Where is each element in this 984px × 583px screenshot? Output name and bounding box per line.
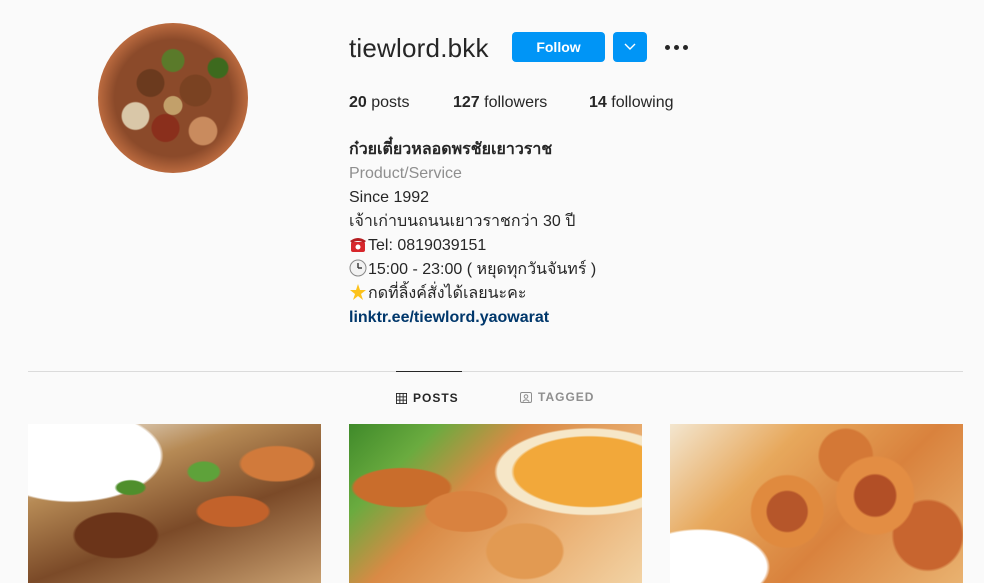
posts-count: 20 <box>349 94 367 111</box>
bio-line-history: เจ้าเก่าบนถนนเยาวราชกว่า 30 ปี <box>349 213 576 230</box>
follow-button[interactable]: Follow <box>512 32 605 62</box>
telephone-icon <box>350 238 366 252</box>
bio-name: ก๋วยเตี๋ยวหลอดพรชัยเยาวราช <box>349 141 553 158</box>
profile-bio: ก๋วยเตี๋ยวหลอดพรชัยเยาวราช Product/Servi… <box>349 138 596 330</box>
bio-line-hours: 15:00 - 23:00 ( หยุดทุกวันจันทร์ ) <box>349 258 596 282</box>
profile-username: tiewlord.bkk <box>349 33 489 63</box>
tagged-icon <box>520 392 532 403</box>
tab-posts[interactable]: POSTS <box>396 371 462 424</box>
bio-line-phone: Tel: 0819039151 <box>349 234 596 258</box>
following-count: 14 <box>589 94 607 111</box>
tab-tagged[interactable]: TAGGED <box>520 371 594 423</box>
bio-order-text: กดที่ลิ้งค์สั่งได้เลยนะคะ <box>368 285 527 302</box>
bio-category: Product/Service <box>349 165 462 182</box>
following-label: following <box>611 94 674 111</box>
tab-posts-label: POSTS <box>413 391 459 405</box>
chevron-down-icon <box>624 43 636 50</box>
profile-avatar[interactable] <box>98 23 248 173</box>
stat-followers[interactable]: 127 followers <box>453 94 547 112</box>
more-options-icon[interactable] <box>662 38 690 56</box>
bio-hours-text: 15:00 - 23:00 ( หยุดทุกวันจันทร์ ) <box>368 261 597 278</box>
suggested-dropdown-button[interactable] <box>613 32 647 62</box>
grid-icon <box>396 392 407 404</box>
followers-count: 127 <box>453 94 480 111</box>
glowing-star-icon <box>350 284 366 300</box>
bio-phone-text: Tel: 0819039151 <box>368 237 487 254</box>
clock-icon <box>349 259 367 277</box>
post-thumbnail[interactable] <box>28 424 321 583</box>
bio-link[interactable]: linktr.ee/tiewlord.yaowarat <box>349 306 596 330</box>
bio-line-since: Since 1992 <box>349 189 430 206</box>
posts-label: posts <box>371 94 410 111</box>
stat-following[interactable]: 14 following <box>589 94 674 112</box>
tabs-divider <box>28 371 963 372</box>
tab-tagged-label: TAGGED <box>538 390 595 404</box>
post-thumbnail[interactable] <box>670 424 963 583</box>
bio-line-order: กดที่ลิ้งค์สั่งได้เลยนะคะ <box>349 282 596 306</box>
post-thumbnail[interactable] <box>349 424 642 583</box>
followers-label: followers <box>484 94 548 111</box>
stat-posts: 20 posts <box>349 94 410 112</box>
